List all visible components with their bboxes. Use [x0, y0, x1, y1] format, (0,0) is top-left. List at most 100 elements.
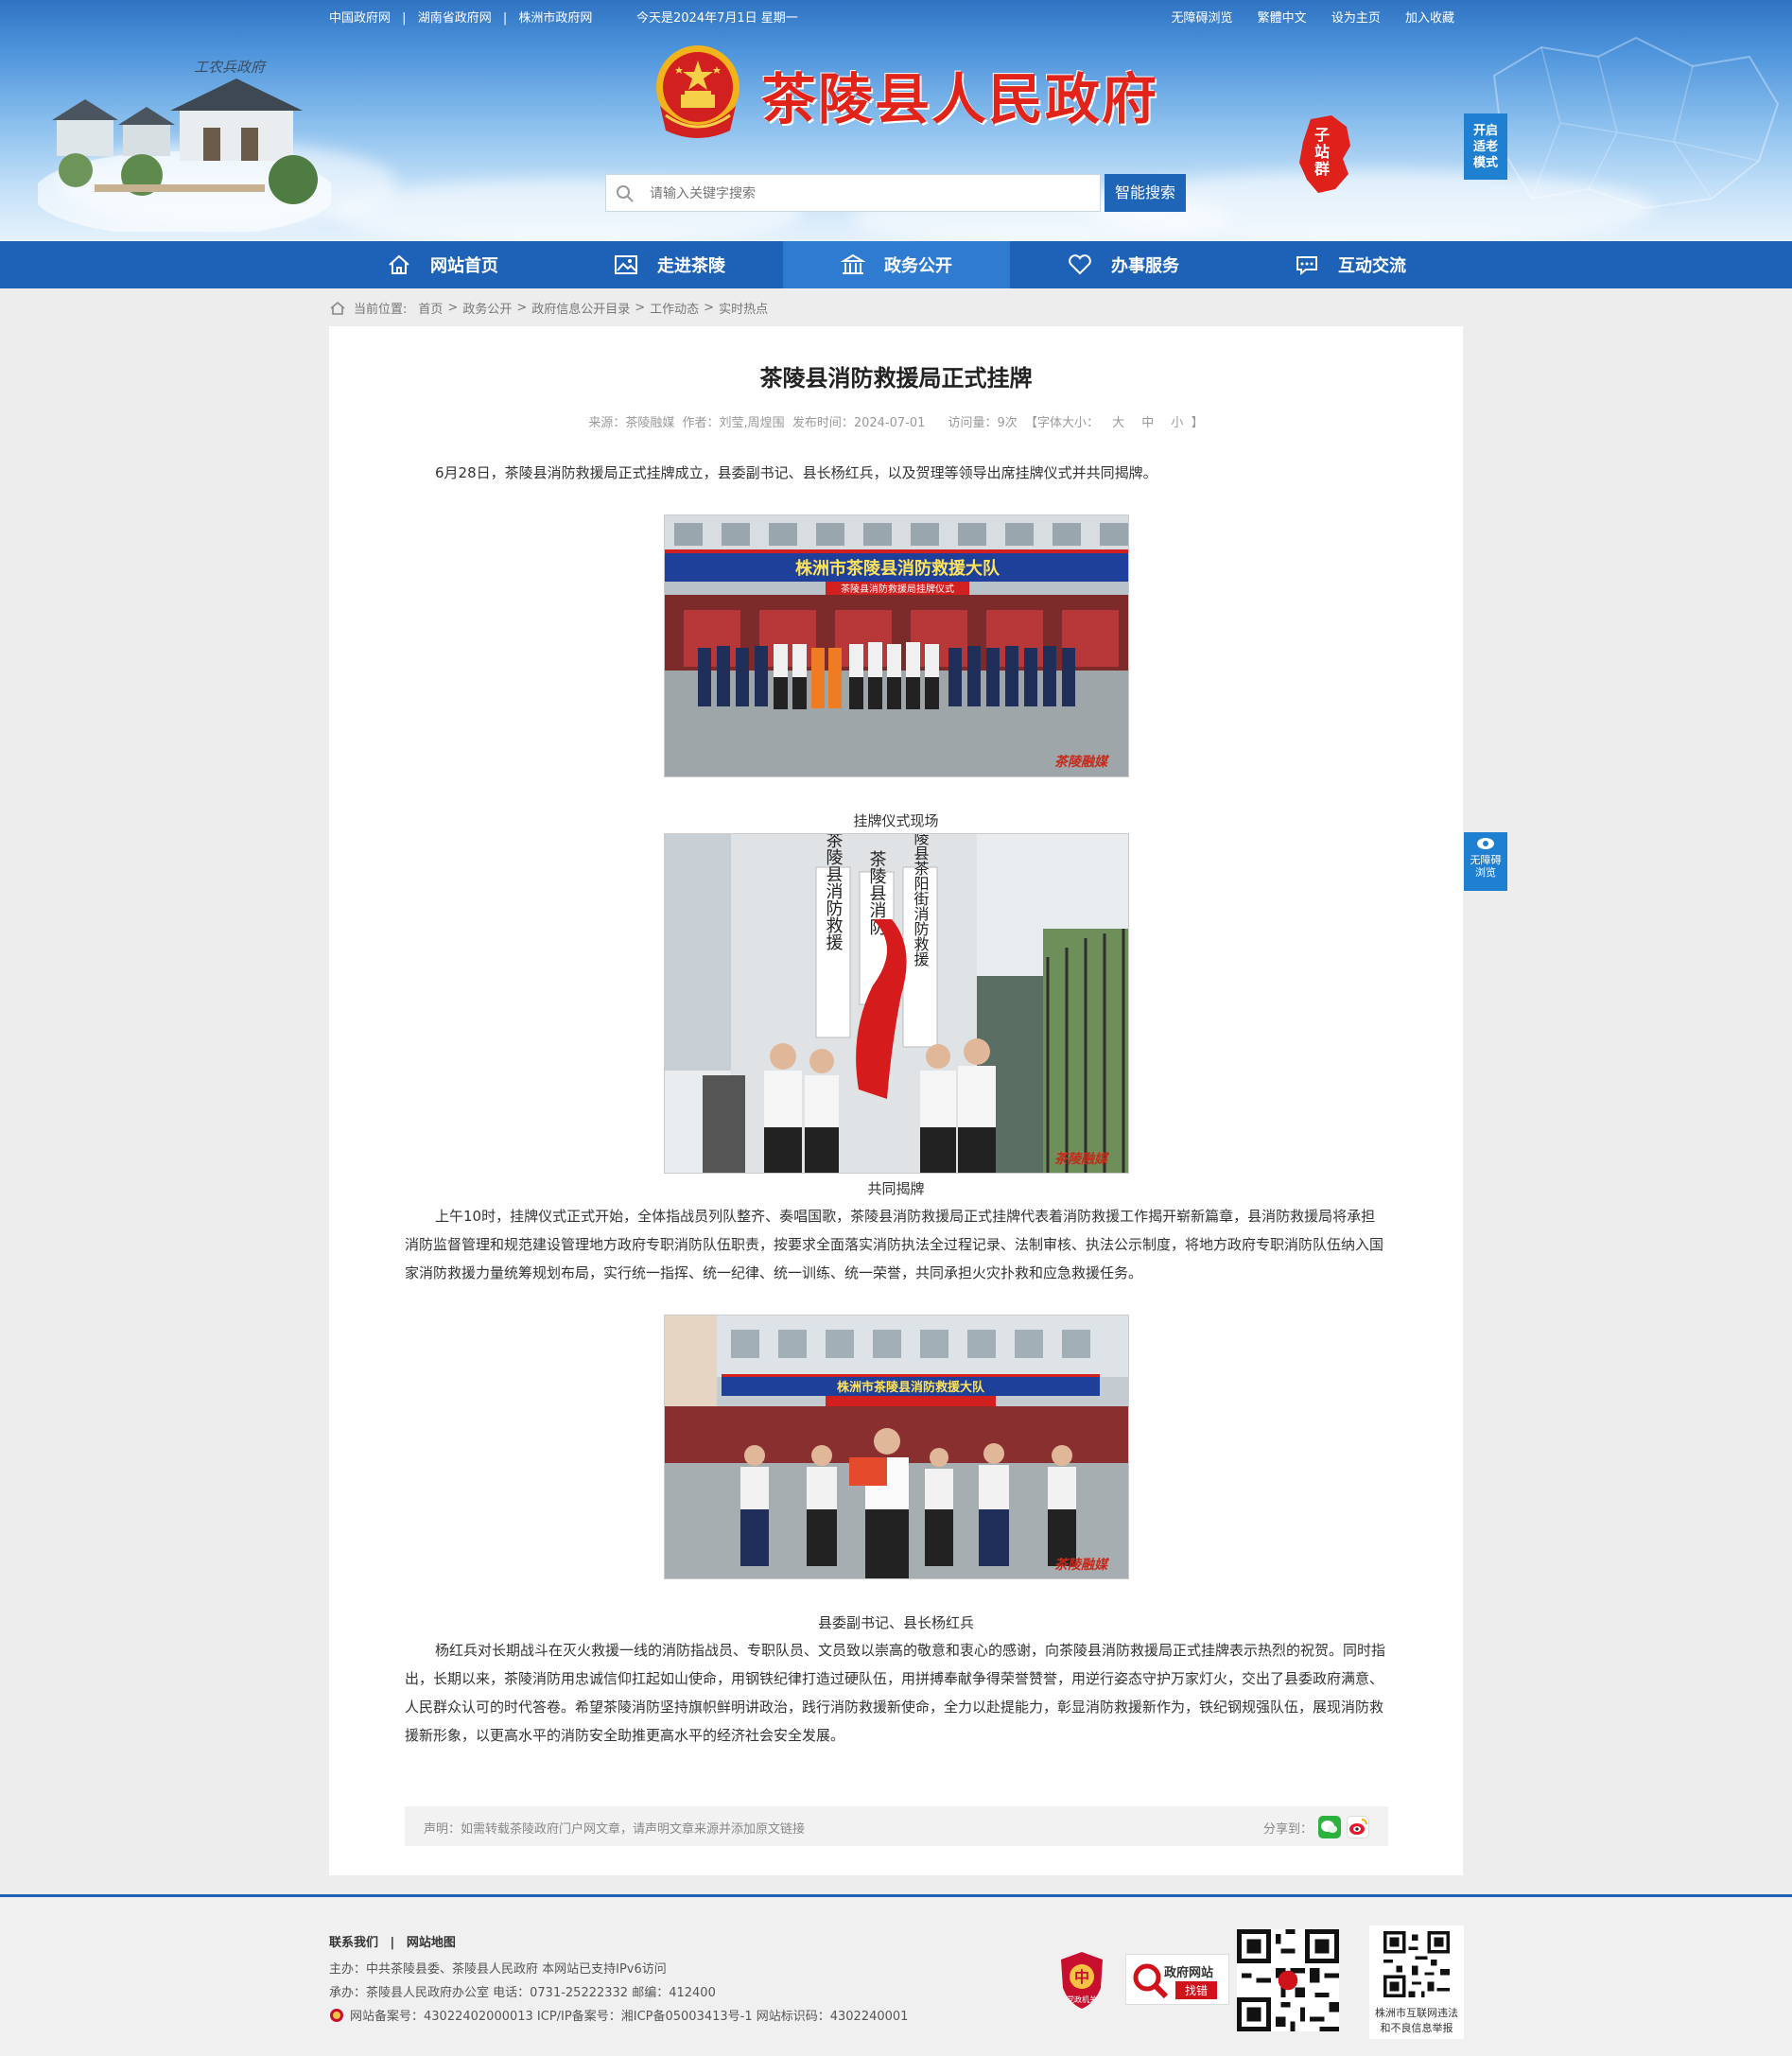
photo-caption: 县委副书记、县长杨红兵	[817, 1614, 974, 1631]
sitemap-link[interactable]: 网站地图	[407, 1936, 456, 1950]
subsite-group-button[interactable]: 子站群	[1294, 113, 1356, 195]
building-icon	[841, 253, 865, 274]
font-size-medium[interactable]: 中	[1141, 416, 1154, 430]
site-title[interactable]: 茶陵县人民政府	[761, 55, 1158, 134]
site-footer	[0, 1897, 1792, 2056]
search-button[interactable]: 智能搜索	[1105, 174, 1186, 212]
link-hunan-gov[interactable]: 湖南省政府网	[418, 11, 492, 26]
breadcrumb-sep: >	[704, 301, 715, 315]
share-label: 分享到：	[1262, 1821, 1313, 1837]
nav-item-home[interactable]: 网站首页	[329, 241, 556, 288]
breadcrumb-home[interactable]: 首页	[418, 299, 443, 317]
watermark-text: 茶陵融媒	[1054, 754, 1110, 770]
nav-item-about[interactable]: 走进茶陵	[556, 241, 783, 288]
contact-link[interactable]: 联系我们	[329, 1936, 378, 1950]
report-line2: 和不良信息举报	[1380, 2022, 1453, 2034]
article-photo-ceremony: 株洲市茶陵县消防救援大队 茶陵县消防救援局挂牌仪式 茶陵融媒	[664, 514, 1129, 777]
search-bar: 智能搜索	[605, 174, 1186, 212]
search-box	[605, 174, 1101, 212]
link-gov-cn[interactable]: 中国政府网	[329, 11, 391, 26]
nav-label: 办事服务	[1111, 256, 1179, 276]
meta-views: 访问量：9次	[948, 416, 1018, 430]
national-emblem-icon	[656, 45, 739, 138]
breadcrumb: 当前位置: 首页 > 政务公开 > 政府信息公开目录 > 工作动态 > 实时热点	[329, 299, 768, 317]
accessibility-link[interactable]: 无障碍浏览	[1172, 11, 1233, 26]
search-input[interactable]	[648, 183, 1087, 205]
set-homepage-link[interactable]: 设为主页	[1331, 11, 1381, 26]
footer-record-row: 网站备案号：43022402000013 ICP/IP备案号：湘ICP备0500…	[329, 2006, 908, 2024]
accessible-browse-button[interactable]: 无障碍 浏览	[1464, 832, 1507, 891]
main-nav: 网站首页 走进茶陵 政务公开 办事服务 互动交流	[0, 241, 1792, 288]
elder-mode-line: 开启	[1472, 124, 1498, 138]
chat-icon	[1296, 256, 1317, 276]
breadcrumb-sep: >	[447, 301, 459, 315]
eye-icon	[1477, 838, 1494, 849]
statement-text: 声明：如需转载茶陵政府门户网文章，请声明文章来源并添加原文链接	[424, 1822, 806, 1837]
photo-caption: 共同揭牌	[867, 1180, 925, 1197]
traditional-chinese-link[interactable]: 繁體中文	[1258, 11, 1307, 26]
weibo-icon[interactable]	[1347, 1816, 1369, 1838]
meta-close: 】	[1191, 416, 1204, 430]
watermark-text: 茶陵融媒	[1054, 1557, 1110, 1573]
home-icon	[389, 254, 409, 274]
breadcrumb-catalog[interactable]: 政府信息公开目录	[531, 299, 630, 317]
village-caption: 工农兵政府	[194, 59, 266, 76]
elder-mode-button[interactable]: 开启 适老 模式	[1464, 113, 1507, 180]
article-photo-speech: 株洲市茶陵县消防救援大队 茶陵融媒	[664, 1315, 1129, 1579]
error-badge-line2: 找错	[1175, 1981, 1218, 1999]
breadcrumb-prefix: 当前位置:	[354, 303, 408, 317]
nav-item-interaction[interactable]: 互动交流	[1237, 241, 1464, 288]
link-zhuzhou-gov[interactable]: 株洲市政府网	[518, 11, 592, 26]
nav-item-services[interactable]: 办事服务	[1010, 241, 1237, 288]
top-bar: 中国政府网 | 湖南省政府网 | 株洲市政府网 今天是2024年7月1日 星期一…	[329, 0, 1454, 30]
report-qr-card[interactable]: 株洲市互联网违法 和不良信息举报	[1369, 1925, 1464, 2039]
side-access-line: 浏览	[1475, 866, 1496, 879]
photo-banner-text: 株洲市茶陵县消防救援大队	[837, 1380, 985, 1395]
wechat-icon[interactable]	[1318, 1816, 1341, 1838]
elder-mode-line: 模式	[1472, 156, 1498, 170]
plaque-text: 茶陵县消防救援	[824, 834, 844, 951]
font-size-large[interactable]: 大	[1112, 416, 1124, 430]
heart-icon	[1069, 254, 1091, 275]
reprint-statement: 声明：如需转载茶陵政府门户网文章，请声明文章来源并添加原文链接 分享到：	[405, 1806, 1388, 1846]
font-size-small[interactable]: 小	[1171, 416, 1183, 430]
breadcrumb-gov-affairs[interactable]: 政务公开	[462, 299, 512, 317]
article-paragraph: 6月28日，茶陵县消防救援局正式挂牌成立，县委副书记、县长杨红兵，以及贺理等领导…	[435, 464, 1157, 481]
divider: |	[402, 11, 407, 26]
police-badge-icon	[330, 2008, 343, 2022]
article-photo-unveiling: 茶陵县消防救援 茶陵县消防 茶陵县茶阳街消防救援 茶陵融媒	[664, 833, 1129, 1174]
meta-font-size-label: 【字体大小：	[1024, 416, 1099, 430]
add-favorite-link[interactable]: 加入收藏	[1405, 11, 1454, 26]
photo-caption: 挂牌仪式现场	[853, 812, 939, 829]
speech-scene: 株洲市茶陵县消防救援大队 茶陵融媒	[665, 1315, 1128, 1578]
photo-subbanner-text: 茶陵县消防救援局挂牌仪式	[841, 583, 954, 595]
report-line1: 株洲市互联网违法	[1375, 2007, 1458, 2019]
watermark-text: 茶陵融媒	[1054, 1151, 1110, 1167]
article-paragraph: 杨红兵对长期战斗在灭火救援一线的消防指战员、专职队员、文员致以崇高的敬意和衷心的…	[405, 1642, 1386, 1744]
subsite-label: 子站群	[1314, 126, 1331, 178]
divider: |	[502, 11, 508, 26]
breadcrumb-work-news[interactable]: 工作动态	[650, 299, 699, 317]
gov-site-error-badge[interactable]: 政府网站 找错	[1125, 1954, 1229, 2005]
plaque-text: 茶陵县茶阳街消防救援	[912, 834, 930, 967]
qr-code-icon	[1237, 1929, 1339, 2031]
svg-text:中: 中	[1074, 1968, 1089, 1986]
article-meta: 来源：茶陵融媒 作者：刘莹,周煌围 发布时间：2024-07-01 访问量：9次…	[0, 412, 1792, 430]
nav-label: 互动交流	[1338, 256, 1406, 276]
nav-item-gov-affairs[interactable]: 政务公开	[783, 241, 1010, 288]
breadcrumb-hot-news[interactable]: 实时热点	[719, 299, 768, 317]
party-gov-badge[interactable]: 中 党政机关	[1057, 1950, 1106, 2011]
side-access-line: 无障碍	[1470, 854, 1502, 866]
map-decoration-icon	[1492, 36, 1780, 210]
divider: |	[390, 1936, 395, 1950]
qr-code-icon	[1383, 1931, 1450, 1997]
unveiling-scene: 茶陵县消防救援 茶陵县消防 茶陵县茶阳街消防救援 茶陵融媒	[665, 834, 1128, 1173]
breadcrumb-sep: >	[516, 301, 528, 315]
nav-label: 政务公开	[884, 256, 952, 276]
village-illustration	[38, 78, 331, 232]
error-badge-line1: 政府网站	[1164, 1966, 1214, 1980]
meta-source: 来源：茶陵融媒	[588, 416, 675, 430]
share-bar: 分享到：	[1263, 1816, 1369, 1838]
elder-mode-line: 适老	[1472, 140, 1498, 154]
home-icon	[330, 301, 345, 315]
